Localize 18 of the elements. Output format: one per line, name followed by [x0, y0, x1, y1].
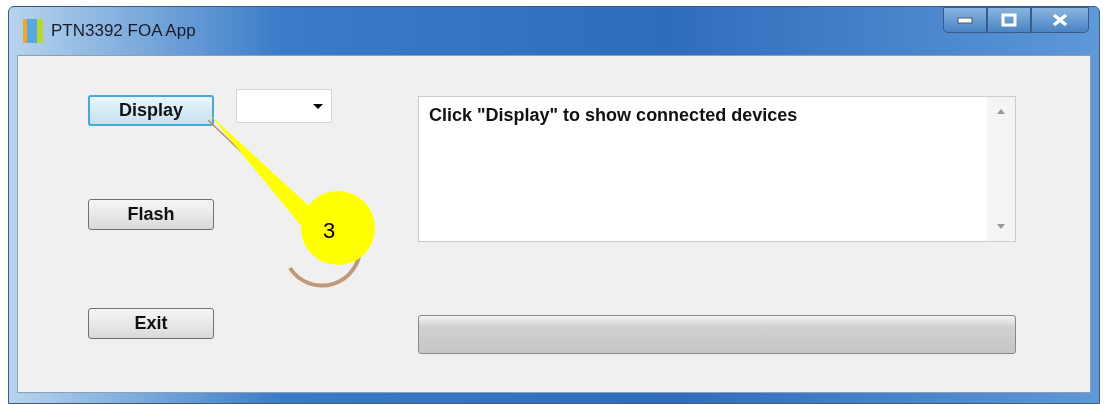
- minimize-button[interactable]: [943, 7, 987, 33]
- window-title: PTN3392 FOA App: [51, 21, 196, 41]
- maximize-icon: [1001, 13, 1017, 27]
- minimize-icon: [957, 16, 973, 24]
- exit-button[interactable]: Exit: [88, 308, 214, 339]
- callout-number: 3: [323, 218, 336, 244]
- close-button[interactable]: [1031, 7, 1089, 33]
- maximize-button[interactable]: [987, 7, 1031, 33]
- scroll-up-icon: [997, 109, 1005, 114]
- scroll-down-icon: [997, 224, 1005, 229]
- scroll-bar[interactable]: [987, 97, 1015, 241]
- output-text: Click "Display" to show connected devices: [428, 104, 798, 127]
- caret-icon: [313, 103, 323, 109]
- app-icon: [23, 19, 45, 43]
- output-text-area[interactable]: Click "Display" to show connected devices: [418, 96, 1016, 242]
- close-icon: [1052, 13, 1068, 27]
- flash-button[interactable]: Flash: [88, 199, 214, 230]
- display-button[interactable]: Display: [88, 95, 214, 126]
